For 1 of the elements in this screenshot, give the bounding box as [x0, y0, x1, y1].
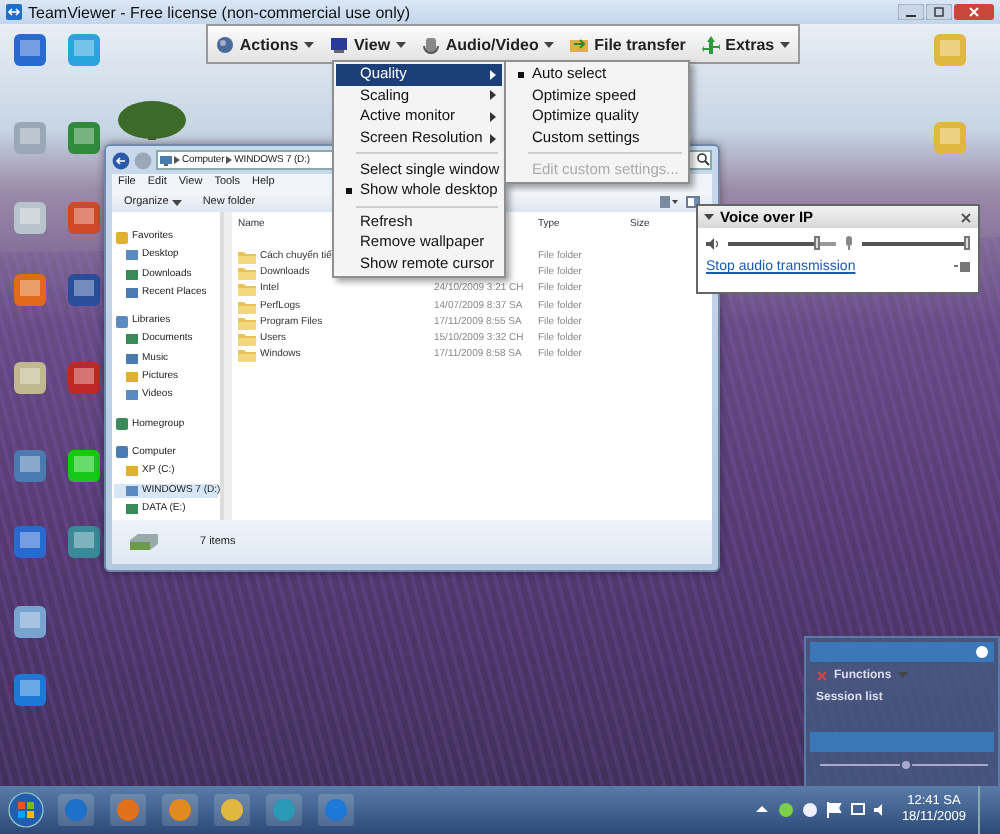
window-title: TeamViewer - Free license (non-commercial use only): [28, 3, 411, 21]
